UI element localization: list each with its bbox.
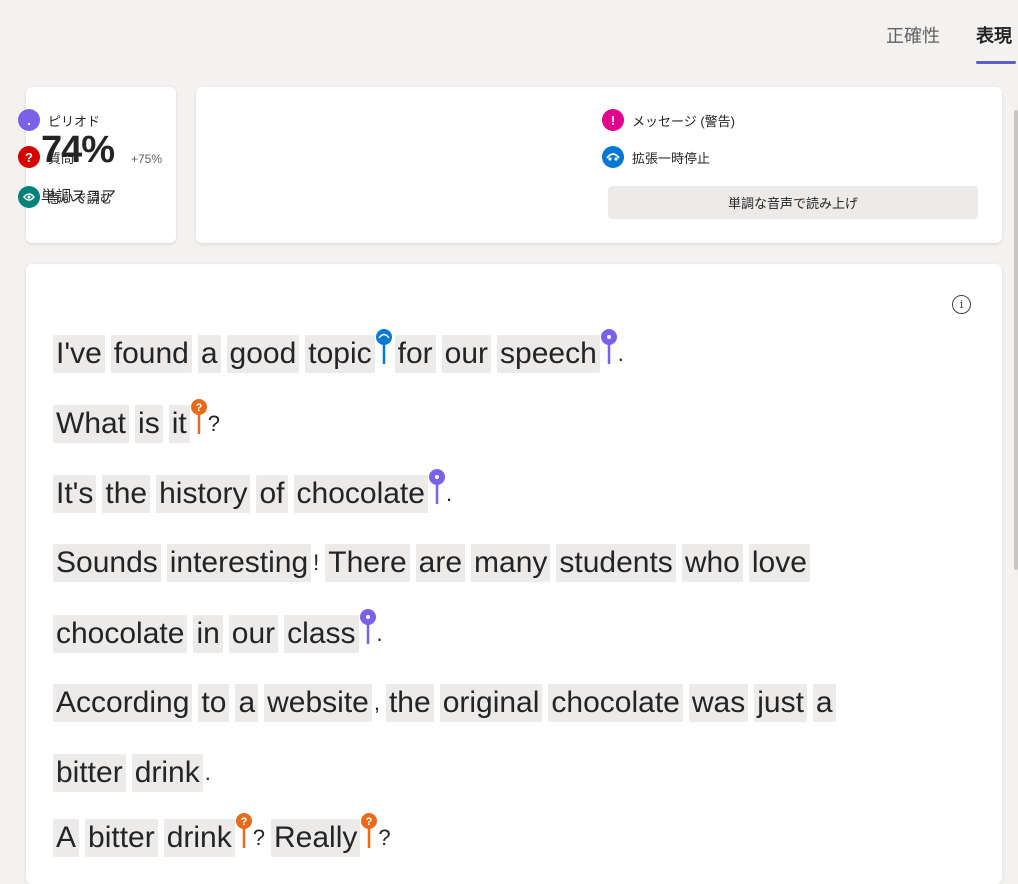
- period-marker-icon: [600, 328, 618, 368]
- active-tab-indicator: [976, 61, 1016, 64]
- word[interactable]: the: [102, 475, 151, 513]
- word[interactable]: is: [135, 405, 163, 443]
- question-marker-icon: ?: [190, 398, 208, 438]
- word[interactable]: who: [681, 544, 743, 582]
- word[interactable]: bitter: [53, 754, 126, 792]
- word[interactable]: What: [53, 405, 130, 443]
- legend-rushed: 急いで読む: [18, 186, 113, 208]
- question-icon: ?: [18, 146, 40, 168]
- text-line: chocolate in our class .: [53, 609, 389, 654]
- tab-accuracy[interactable]: 正確性: [886, 22, 940, 48]
- legend-pause-label: 拡張一時停止: [632, 150, 711, 166]
- word[interactable]: chocolate: [293, 475, 428, 513]
- tab-expression[interactable]: 表現: [976, 22, 1012, 48]
- legend-pause: 拡張一時停止: [602, 146, 710, 168]
- text-line: Sounds interesting ! There are many stud…: [53, 544, 816, 582]
- word[interactable]: the: [385, 684, 434, 722]
- word[interactable]: interesting: [166, 544, 312, 582]
- pause-icon: [602, 146, 624, 168]
- word[interactable]: a: [197, 335, 221, 373]
- word[interactable]: it: [168, 405, 190, 443]
- word[interactable]: a: [812, 684, 836, 722]
- word[interactable]: a: [235, 684, 259, 722]
- text-line: According to a website , the original ch…: [53, 684, 842, 722]
- word[interactable]: just: [754, 684, 807, 722]
- word[interactable]: chocolate: [548, 684, 683, 722]
- word[interactable]: found: [110, 335, 192, 373]
- legend-question-label: 質問: [48, 150, 75, 166]
- punctuation: .: [617, 341, 624, 366]
- word[interactable]: website: [264, 684, 372, 722]
- punctuation: ?: [378, 825, 391, 850]
- word[interactable]: It's: [53, 475, 97, 513]
- score-delta: +75%: [131, 152, 163, 166]
- pause-marker-icon: [375, 328, 393, 368]
- question-marker-icon: ?: [235, 812, 253, 852]
- word[interactable]: Really: [271, 819, 361, 857]
- punctuation: ,: [373, 690, 380, 715]
- word[interactable]: in: [193, 615, 223, 653]
- fast-reading-icon: [18, 186, 40, 208]
- svg-text:?: ?: [366, 816, 373, 828]
- punctuation: !: [313, 550, 320, 575]
- text-line: I've found a good topic for our speech .: [53, 329, 630, 374]
- word[interactable]: drink: [131, 754, 203, 792]
- tab-bar: 正確性 表現: [0, 0, 1018, 70]
- word[interactable]: to: [198, 684, 230, 722]
- punctuation: .: [204, 760, 211, 785]
- punctuation: .: [445, 481, 453, 506]
- word[interactable]: good: [226, 335, 300, 373]
- question-marker-icon: ?: [360, 812, 378, 852]
- word[interactable]: our: [228, 615, 279, 653]
- word[interactable]: bitter: [85, 819, 158, 857]
- punctuation: .: [376, 621, 383, 646]
- word[interactable]: love: [748, 544, 810, 582]
- legend-question: ? 質問: [18, 146, 74, 168]
- info-icon[interactable]: i: [952, 295, 971, 314]
- message-icon: !: [602, 109, 624, 131]
- legend-rushed-label: 急いで読む: [48, 190, 113, 206]
- period-icon: .: [18, 109, 40, 131]
- word[interactable]: many: [471, 544, 551, 582]
- word[interactable]: speech: [497, 335, 600, 373]
- play-monotone-button[interactable]: 単調な音声で読み上げ: [608, 186, 978, 219]
- word[interactable]: drink: [163, 819, 235, 857]
- word[interactable]: original: [439, 684, 543, 722]
- punctuation: ?: [207, 411, 220, 436]
- text-line: A bitter drink ? ? Really ? ?: [53, 813, 397, 858]
- word[interactable]: class: [284, 615, 359, 653]
- svg-text:?: ?: [195, 402, 202, 414]
- word[interactable]: of: [256, 475, 288, 513]
- legend-message-label: メッセージ (警告): [632, 113, 736, 129]
- punctuation: ?: [252, 825, 265, 850]
- word[interactable]: A: [53, 819, 80, 857]
- word[interactable]: There: [325, 544, 410, 582]
- word[interactable]: history: [156, 475, 251, 513]
- word[interactable]: chocolate: [53, 615, 188, 653]
- text-line: What is it ? ?: [53, 399, 226, 444]
- legend-message: ! メッセージ (警告): [602, 109, 735, 131]
- legend-period: . ピリオド: [18, 109, 100, 131]
- period-marker-icon: [428, 468, 446, 508]
- word[interactable]: our: [441, 335, 492, 373]
- word[interactable]: was: [688, 684, 749, 722]
- word[interactable]: for: [394, 335, 436, 373]
- legend-period-label: ピリオド: [48, 113, 101, 129]
- legend-card: [196, 87, 1002, 243]
- word[interactable]: topic: [305, 335, 375, 373]
- svg-text:?: ?: [240, 816, 247, 828]
- word[interactable]: I've: [53, 335, 105, 373]
- period-marker-icon: [359, 608, 377, 648]
- text-line: bitter drink .: [53, 754, 217, 792]
- word[interactable]: are: [415, 544, 466, 582]
- scrollbar[interactable]: [1014, 110, 1018, 570]
- word[interactable]: students: [556, 544, 676, 582]
- text-line: It's the history of chocolate .: [53, 469, 458, 514]
- word[interactable]: According: [53, 684, 193, 722]
- word[interactable]: Sounds: [53, 544, 161, 582]
